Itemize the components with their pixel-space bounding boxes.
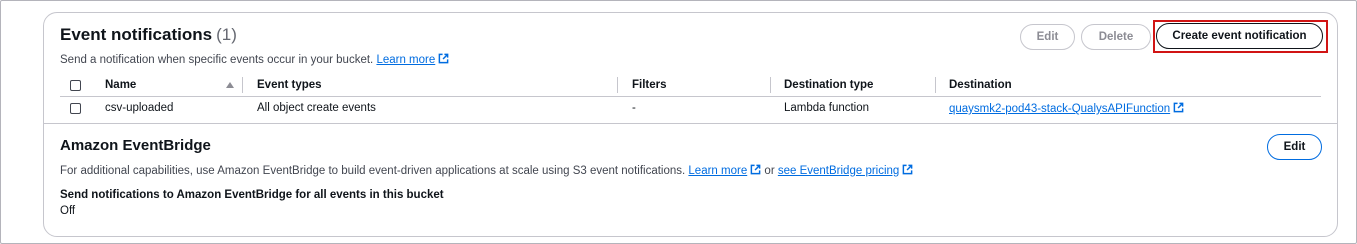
column-header-destination-type[interactable]: Destination type [784,79,873,91]
or-text: or [764,165,775,177]
eventbridge-edit-button[interactable]: Edit [1267,134,1322,160]
column-divider [935,77,936,93]
external-link-icon [902,164,913,175]
external-link-icon [438,53,449,64]
eventbridge-pricing-link[interactable]: see EventBridge pricing [778,165,899,177]
column-divider [770,77,771,93]
cell-name: csv-uploaded [105,102,174,114]
column-header-event-types[interactable]: Event types [257,79,322,91]
delete-notification-button[interactable]: Delete [1081,24,1151,50]
eventbridge-setting-value: Off [60,205,76,217]
edit-notification-button[interactable]: Edit [1020,24,1075,50]
select-all-checkbox[interactable] [70,80,81,91]
event-notifications-title: Event notifications (1) [60,25,237,45]
learn-more-link[interactable]: Learn more [376,54,435,66]
cell-destination-type: Lambda function [784,102,870,114]
section-divider [44,123,1337,124]
eventbridge-description: For additional capabilities, use Amazon … [60,164,913,177]
column-divider [242,77,243,93]
cell-event-types: All object create events [257,102,376,114]
external-link-icon [1173,102,1184,113]
column-header-filters[interactable]: Filters [632,79,667,91]
cell-destination: quaysmk2-pod43-stack-QualysAPIFunction [949,102,1184,115]
highlight-box [1153,20,1328,53]
description-text: Send a notification when specific events… [60,54,374,66]
eventbridge-learn-more-link[interactable]: Learn more [688,165,747,177]
sort-ascending-icon[interactable] [226,82,234,88]
header-divider [60,96,1321,97]
section-title: Event notifications [60,25,213,44]
column-header-destination[interactable]: Destination [949,79,1012,91]
external-link-icon [750,164,761,175]
column-header-name[interactable]: Name [105,79,136,91]
event-notifications-description: Send a notification when specific events… [60,53,449,66]
eventbridge-description-text: For additional capabilities, use Amazon … [60,165,686,177]
eventbridge-setting-label: Send notifications to Amazon EventBridge… [60,189,444,201]
notifications-count: (1) [216,25,237,44]
destination-link[interactable]: quaysmk2-pod43-stack-QualysAPIFunction [949,103,1170,115]
column-divider [617,77,618,93]
row-checkbox[interactable] [70,103,81,114]
cell-filters: - [632,102,636,114]
eventbridge-title: Amazon EventBridge [60,137,211,154]
properties-card: Event notifications (1) Send a notificati… [43,12,1338,237]
